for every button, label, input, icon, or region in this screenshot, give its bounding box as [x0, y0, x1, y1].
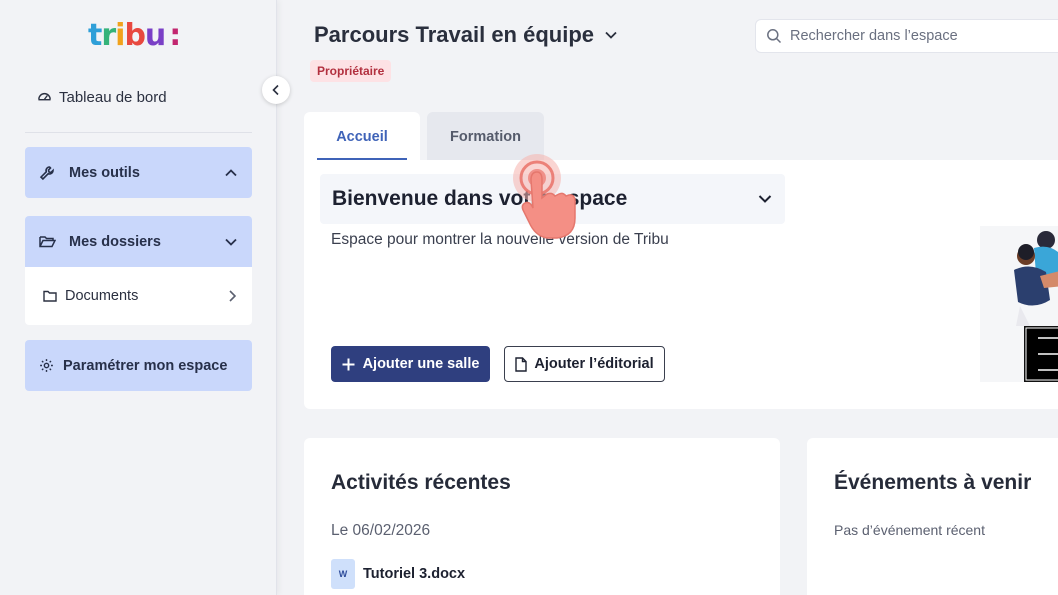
sidebar-item-documents[interactable]: Documents	[25, 267, 252, 325]
search-box[interactable]	[755, 19, 1058, 53]
welcome-card: Bienvenue dans votre espace Espace pour …	[304, 160, 1058, 409]
collapse-sidebar-button[interactable]	[262, 76, 290, 104]
settings-space-button[interactable]: Paramétrer mon espace	[25, 340, 252, 391]
plus-icon	[342, 358, 355, 371]
button-label: Ajouter l’éditorial	[534, 356, 654, 372]
button-label: Ajouter une salle	[362, 356, 480, 372]
role-badge: Propriétaire	[310, 60, 392, 82]
logo-letter: t	[88, 18, 102, 53]
sidebar-item-dashboard[interactable]: Tableau de bord	[37, 88, 167, 107]
file-name: Tutoriel 3.docx	[363, 566, 466, 582]
empty-events-text: Pas d’événement récent	[834, 522, 985, 538]
section-title: Activités récentes	[331, 471, 511, 494]
sidebar-item-label: Mes outils	[69, 164, 140, 181]
add-editorial-button[interactable]: Ajouter l’éditorial	[504, 346, 665, 382]
chevron-down-icon[interactable]	[757, 193, 773, 205]
page-title: Parcours Travail en équipe	[314, 22, 595, 47]
sidebar-item-label: Tableau de bord	[59, 89, 167, 106]
sidebar-item-label: Documents	[65, 288, 139, 304]
wrench-icon	[39, 165, 57, 181]
sidebar-divider	[25, 132, 252, 133]
search-input[interactable]	[790, 28, 1040, 44]
logo-letter: r	[101, 18, 116, 53]
add-room-button[interactable]: Ajouter une salle	[331, 346, 490, 382]
folder-icon	[43, 290, 57, 302]
logo-letter: u	[144, 18, 166, 53]
folder-open-icon	[39, 234, 57, 249]
document-icon	[515, 356, 528, 372]
sidebar-item-folders[interactable]: Mes dossiers	[25, 216, 252, 267]
activity-file-item[interactable]: W Tutoriel 3.docx	[331, 559, 465, 589]
logo-letter: b	[124, 18, 146, 53]
gear-icon	[39, 358, 57, 373]
gauge-icon	[37, 88, 52, 107]
sidebar-item-tools[interactable]: Mes outils	[25, 147, 252, 198]
sidebar: t r i b u : Tableau de bord Mes outils M…	[0, 0, 277, 595]
sidebar-item-label: Paramétrer mon espace	[63, 357, 228, 374]
tribu-logo[interactable]: t r i b u :	[88, 18, 181, 54]
recent-activities-card: Activités récentes Le 06/02/2026 W Tutor…	[304, 438, 780, 595]
chevron-up-icon[interactable]	[224, 166, 238, 180]
tab-accueil[interactable]: Accueil	[304, 112, 420, 162]
chevron-down-icon[interactable]	[224, 235, 238, 249]
welcome-title: Bienvenue dans votre espace	[332, 187, 628, 210]
space-title-dropdown[interactable]: Parcours Travail en équipe	[314, 22, 618, 48]
sidebar-item-label: Mes dossiers	[69, 233, 161, 250]
search-icon	[766, 28, 782, 44]
logo-letter: i	[115, 18, 125, 53]
word-file-icon: W	[331, 559, 355, 589]
activity-date: Le 06/02/2026	[331, 522, 431, 539]
welcome-description: Espace pour montrer la nouvelle version …	[331, 231, 669, 248]
chevron-down-icon	[604, 30, 618, 40]
team-illustration	[980, 226, 1058, 382]
section-title: Événements à venir	[834, 471, 1032, 494]
tab-formation[interactable]: Formation	[427, 112, 544, 162]
chevron-right-icon	[226, 289, 238, 303]
logo-letter: :	[169, 18, 181, 53]
upcoming-events-card: Événements à venir Pas d’événement récen…	[807, 438, 1058, 595]
welcome-header[interactable]: Bienvenue dans votre espace	[320, 174, 785, 224]
chevron-left-icon	[271, 84, 281, 96]
